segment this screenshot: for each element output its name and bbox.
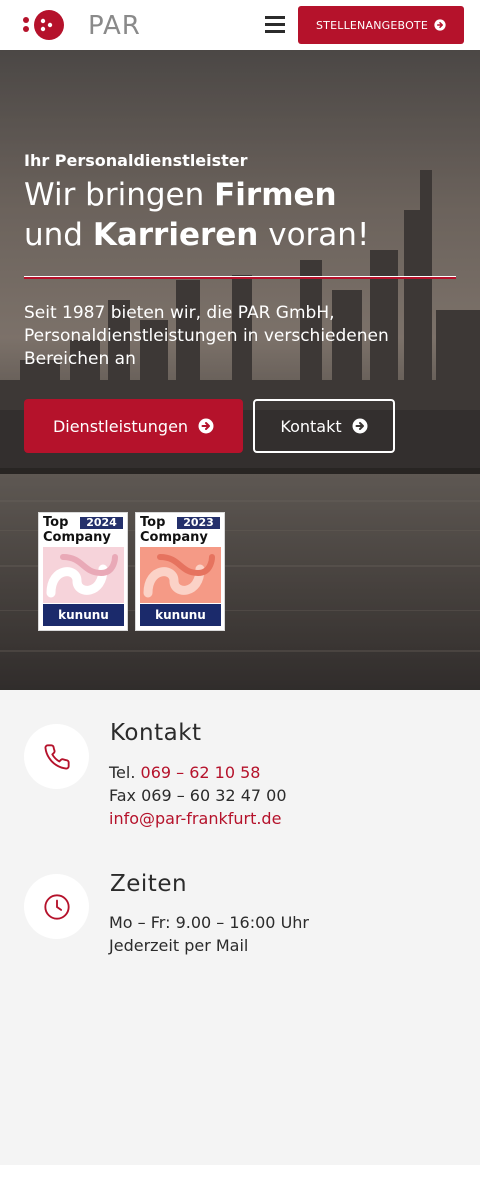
logo-mark-icon: [23, 10, 64, 40]
circle-arrow-right-icon: [434, 19, 446, 31]
par-logo[interactable]: PAR: [20, 9, 140, 41]
circle-arrow-right-icon: [198, 418, 214, 434]
contact-button[interactable]: Kontakt: [253, 399, 395, 453]
logo-text: PAR: [88, 11, 141, 41]
phone-icon: [44, 743, 70, 769]
hero-divider: [24, 276, 456, 279]
hours-title: Zeiten: [110, 871, 188, 897]
job-offers-label: STELLENANGEBOTE: [316, 18, 428, 32]
hours-mail-note: Jederzeit per Mail: [109, 936, 249, 955]
kununu-top-company-2023-badge[interactable]: Top 2023 Company kununu: [135, 512, 225, 631]
contact-info-section: Kontakt Tel. 069 – 62 10 58 Fax 069 – 60…: [0, 690, 480, 1165]
hero-eyebrow: Ihr Personaldienstleister: [24, 151, 248, 170]
contact-phone: Tel. 069 – 62 10 58: [109, 763, 261, 782]
contact-fax: Fax 069 – 60 32 47 00: [109, 786, 287, 805]
menu-toggle-button[interactable]: [265, 16, 285, 34]
hamburger-icon: [265, 16, 285, 19]
hero-headline: Wir bringen Firmen und Karrieren voran!: [24, 177, 370, 253]
hours-weekdays: Mo – Fr: 9.00 – 16:00 Uhr: [109, 913, 309, 932]
hero-section: Ihr Personaldienstleister Wir bringen Fi…: [0, 50, 480, 690]
phone-link[interactable]: 069 – 62 10 58: [141, 763, 261, 782]
phone-icon-circle: [24, 724, 89, 789]
email-link[interactable]: info@par-frankfurt.de: [109, 807, 281, 830]
services-button[interactable]: Dienstleistungen: [24, 399, 243, 453]
clock-icon-circle: [24, 874, 89, 939]
kununu-badge-graphic-icon: [43, 547, 124, 603]
contact-title: Kontakt: [110, 720, 202, 746]
job-offers-button[interactable]: STELLENANGEBOTE: [298, 6, 464, 44]
site-header: PAR STELLENANGEBOTE: [0, 0, 480, 50]
circle-arrow-right-icon: [352, 418, 368, 434]
services-button-label: Dienstleistungen: [52, 416, 189, 436]
hero-subtitle: Seit 1987 bieten wir, die PAR GmbH, Pers…: [24, 303, 389, 369]
contact-button-label: Kontakt: [280, 416, 342, 436]
kununu-badge-graphic-icon: [140, 547, 221, 603]
clock-icon: [43, 893, 70, 920]
kununu-top-company-2024-badge[interactable]: Top 2024 Company kununu: [38, 512, 128, 631]
